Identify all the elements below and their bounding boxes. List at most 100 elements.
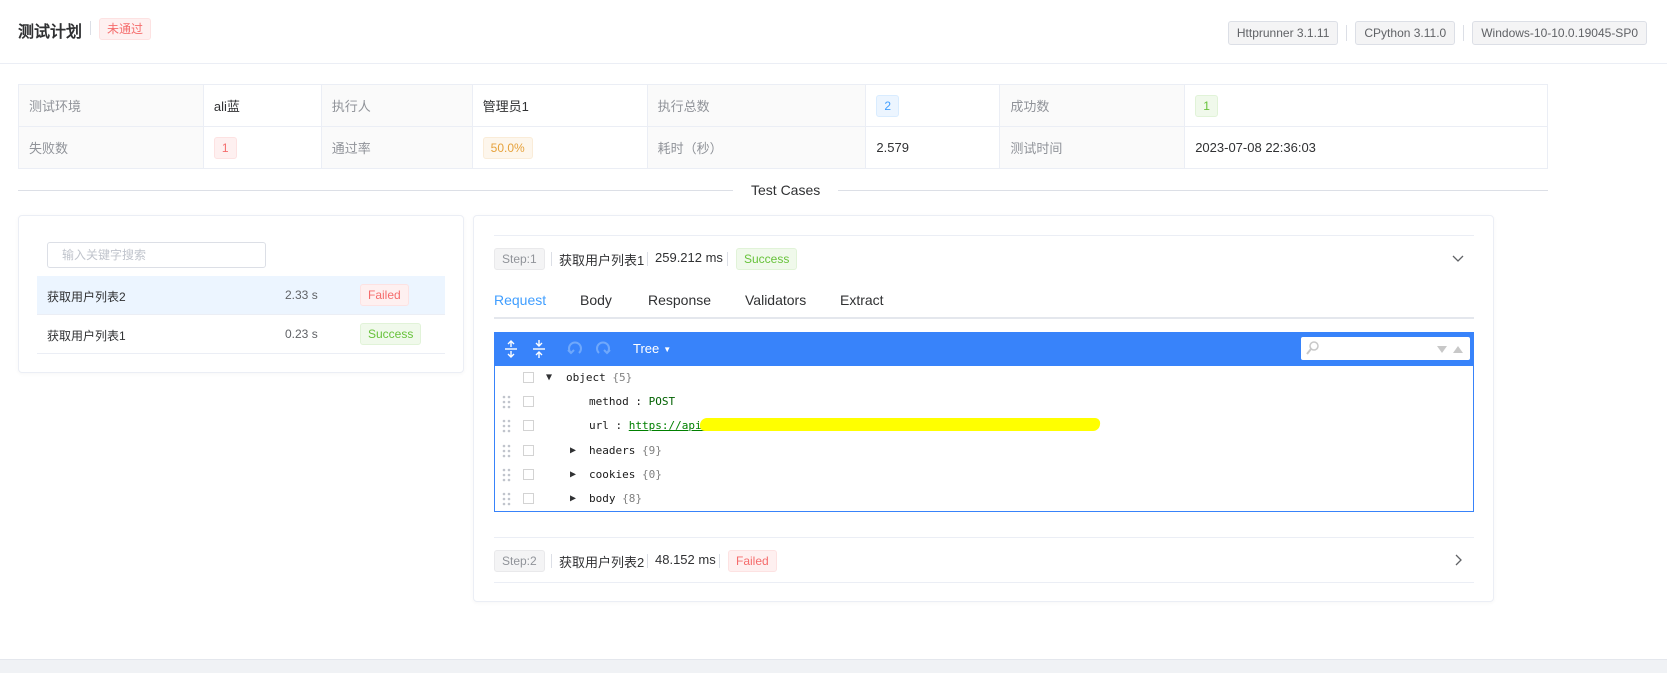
- case-list-item[interactable]: 获取用户列表1 0.23 s Success: [37, 315, 445, 354]
- summary-row: 测试环境 ali蓝 执行人 管理员1 执行总数 2 成功数 1: [18, 84, 1548, 127]
- success-count-badge: 1: [1195, 94, 1218, 117]
- search-icon: [1306, 341, 1319, 355]
- summary-label-pass-rate: 通过率: [320, 126, 473, 169]
- environment-tags: Httprunner 3.1.11 CPython 3.11.0 Windows…: [1227, 21, 1647, 45]
- drag-handle-icon[interactable]: [502, 419, 512, 433]
- json-field-key[interactable]: method: [589, 395, 629, 408]
- search-nav-arrows-icon[interactable]: [1436, 345, 1466, 355]
- undo-icon[interactable]: [565, 339, 585, 359]
- title-divider: [90, 21, 91, 35]
- json-search-box[interactable]: [1301, 337, 1470, 360]
- context-menu-icon[interactable]: [523, 372, 534, 383]
- step-header[interactable]: Step:2 获取用户列表2 48.152 ms Failed: [494, 537, 1474, 583]
- page-title: 测试计划: [18, 24, 83, 41]
- summary-value-total-cell: 2: [865, 84, 1001, 127]
- step-status-badge: Success: [736, 248, 798, 270]
- summary-label-env: 测试环境: [18, 84, 204, 127]
- platform-tag: Windows-10-10.0.19045-SP0: [1472, 21, 1647, 45]
- tab-validators[interactable]: Validators: [745, 292, 806, 308]
- step-header[interactable]: Step:1 获取用户列表1 259.212 ms Success: [494, 235, 1474, 281]
- json-root-count: {5}: [612, 371, 633, 384]
- json-field: method : POST: [589, 395, 676, 408]
- collapsed-triangle-icon[interactable]: ▶: [570, 445, 576, 456]
- drag-handle-icon[interactable]: [502, 395, 512, 409]
- json-field-key[interactable]: headers: [589, 444, 635, 457]
- context-menu-icon[interactable]: [523, 396, 534, 407]
- summary-value-failed-cell: 1: [202, 126, 322, 169]
- pass-rate-badge: 50.0%: [482, 136, 533, 159]
- httprunner-version-tag: Httprunner 3.1.11: [1227, 21, 1339, 45]
- json-field-value[interactable]: POST: [649, 395, 676, 408]
- python-version-tag: CPython 3.11.0: [1355, 21, 1456, 45]
- expanded-triangle-icon[interactable]: ▼: [546, 372, 552, 383]
- json-field-count: {9}: [641, 444, 662, 457]
- case-search-input[interactable]: [47, 242, 266, 268]
- json-field: cookies {0}: [589, 468, 662, 481]
- tab-extract[interactable]: Extract: [840, 292, 884, 308]
- summary-table: 测试环境 ali蓝 执行人 管理员1 执行总数 2 成功数 1 失败数 1 通过…: [18, 84, 1548, 169]
- context-menu-icon[interactable]: [523, 420, 534, 431]
- json-field-count: {8}: [622, 492, 642, 505]
- chevron-down-icon[interactable]: [1450, 250, 1466, 266]
- json-field-key[interactable]: cookies: [589, 468, 635, 481]
- chevron-right-icon[interactable]: [1450, 552, 1466, 568]
- collapsed-triangle-icon[interactable]: ▶: [570, 469, 576, 480]
- step-name: 获取用户列表1: [559, 253, 645, 268]
- step-number-badge: Step:1: [494, 248, 545, 270]
- step-duration: 259.212 ms: [655, 250, 723, 265]
- case-status-badge: Failed: [360, 284, 409, 306]
- case-name: 获取用户列表1: [47, 329, 126, 343]
- editor-mode-dropdown[interactable]: Tree ▼: [633, 341, 671, 356]
- step-divider: [551, 252, 552, 266]
- summary-label-failed: 失败数: [18, 126, 204, 169]
- context-menu-icon[interactable]: [523, 445, 534, 456]
- step-divider: [719, 554, 720, 568]
- collapsed-triangle-icon[interactable]: ▶: [570, 493, 576, 504]
- case-duration: 0.23 s: [285, 327, 318, 341]
- json-root: object {5}: [566, 371, 632, 384]
- step-duration: 48.152 ms: [655, 552, 716, 567]
- drag-handle-icon[interactable]: [502, 492, 512, 506]
- env-tag-divider: [1346, 25, 1348, 41]
- step-divider: [647, 554, 648, 568]
- tab-request[interactable]: Request: [494, 292, 546, 308]
- summary-row: 失败数 1 通过率 50.0% 耗时（秒） 2.579 测试时间 2023-07…: [18, 126, 1548, 169]
- status-badge: 未通过: [99, 18, 152, 40]
- json-tree-row: ▼ object {5}: [495, 366, 1473, 390]
- step-divider: [727, 252, 728, 266]
- drag-handle-icon[interactable]: [502, 468, 512, 482]
- report-header: 测试计划 未通过 Httprunner 3.1.11 CPython 3.11.…: [0, 0, 1667, 64]
- caret-down-icon: ▼: [663, 345, 672, 355]
- failed-count-badge: 1: [213, 136, 237, 159]
- tab-response[interactable]: Response: [648, 292, 711, 308]
- editor-mode-label: Tree: [633, 341, 660, 356]
- step-status-badge: Failed: [728, 550, 777, 572]
- step-name: 获取用户列表2: [559, 555, 645, 570]
- summary-value-duration: 2.579: [865, 126, 1001, 169]
- summary-value-env: ali蓝: [202, 84, 322, 127]
- context-menu-icon[interactable]: [523, 493, 534, 504]
- tab-body[interactable]: Body: [580, 292, 612, 308]
- json-field: headers {9}: [589, 444, 662, 457]
- context-menu-icon[interactable]: [523, 469, 534, 480]
- drag-handle-icon[interactable]: [502, 444, 512, 458]
- summary-value-executor: 管理员1: [471, 84, 648, 127]
- summary-label-success: 成功数: [999, 84, 1186, 127]
- case-status-badge: Success: [360, 323, 422, 345]
- step-detail-tabs: Request Body Response Validators Extract: [494, 282, 1474, 319]
- case-name: 获取用户列表2: [47, 290, 126, 304]
- json-field-key[interactable]: body: [589, 492, 616, 505]
- case-duration: 2.33 s: [285, 288, 318, 302]
- json-field-count: {0}: [641, 468, 662, 481]
- json-editor-toolbar: Tree ▼: [495, 333, 1473, 366]
- total-count-badge: 2: [876, 94, 900, 117]
- step-divider: [551, 554, 552, 568]
- json-field-key[interactable]: url: [589, 419, 609, 432]
- summary-value-pass-rate-cell: 50.0%: [471, 126, 648, 169]
- json-tree-row: ▶ headers {9}: [495, 439, 1473, 463]
- collapse-all-icon[interactable]: [529, 339, 549, 359]
- case-list-panel: 获取用户列表2 2.33 s Failed 获取用户列表1 0.23 s Suc…: [18, 215, 464, 373]
- expand-all-icon[interactable]: [501, 339, 521, 359]
- redo-icon[interactable]: [593, 339, 613, 359]
- case-list-item[interactable]: 获取用户列表2 2.33 s Failed: [37, 276, 445, 315]
